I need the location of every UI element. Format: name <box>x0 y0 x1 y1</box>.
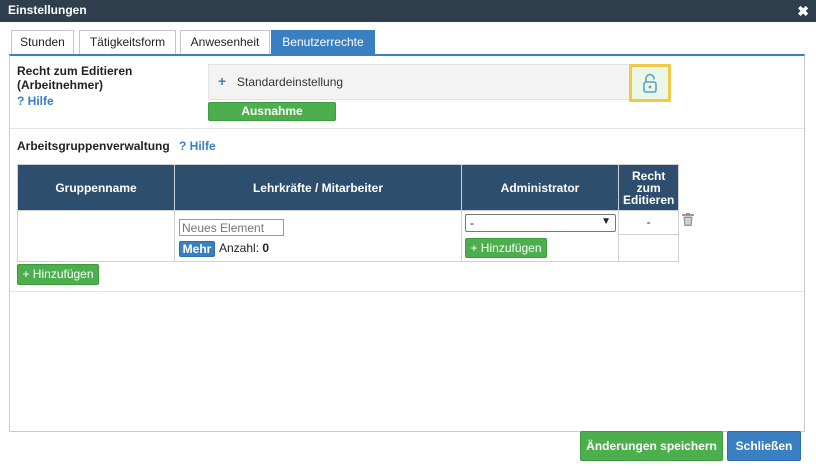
save-changes-button[interactable]: Änderungen speichern <box>580 431 723 461</box>
add-group-button[interactable]: + Hinzufügen <box>17 264 99 285</box>
group-admin-help-link[interactable]: ? Hilfe <box>179 139 216 153</box>
members-cell: Mehr Anzahl: 0 <box>174 210 462 262</box>
default-setting-row[interactable]: + Standardeinstellung <box>208 64 670 100</box>
count-display: Anzahl: 0 <box>219 241 269 255</box>
table-row: Mehr Anzahl: 0 - ▼ + Hinzufügen - <box>17 210 680 262</box>
section-divider <box>10 128 804 129</box>
tab-benutzerrechte[interactable]: Benutzerrechte <box>271 30 375 54</box>
unlock-icon[interactable] <box>629 64 671 102</box>
administrator-select-value: - <box>470 216 474 230</box>
more-button[interactable]: Mehr <box>179 241 215 257</box>
administrator-select[interactable]: - ▼ <box>465 214 616 232</box>
count-value: 0 <box>262 241 270 255</box>
group-name-cell[interactable] <box>17 210 175 262</box>
tab-taetigkeitsform[interactable]: Tätigkeitsform <box>79 30 176 54</box>
column-header-edit-right: Recht zum Editieren <box>617 164 680 211</box>
edit-right-cell: - <box>617 210 680 262</box>
column-header-mitarbeiter: Lehrkräfte / Mitarbeiter <box>174 164 462 211</box>
count-label: Anzahl: <box>219 241 260 255</box>
edit-right-help-link[interactable]: ? Hilfe <box>17 94 132 108</box>
edit-right-value: - <box>619 211 679 235</box>
new-element-input[interactable] <box>179 219 284 236</box>
tab-stunden[interactable]: Stunden <box>11 30 74 54</box>
group-admin-label: Arbeitsgruppenverwaltung <box>17 139 170 153</box>
edit-right-label-line2: (Arbeitnehmer) <box>17 78 104 92</box>
administrator-cell: - ▼ + Hinzufügen <box>461 210 619 262</box>
settings-panel: Recht zum Editieren (Arbeitnehmer) ? Hil… <box>9 54 805 432</box>
section-divider-bottom <box>10 291 804 292</box>
chevron-down-icon: ▼ <box>601 216 611 227</box>
edit-right-label-line1: Recht zum Editieren <box>17 64 133 78</box>
add-exception-button[interactable]: Ausnahme hinzufügen <box>208 102 336 135</box>
close-button[interactable]: Schließen <box>727 431 801 461</box>
column-header-gruppenname: Gruppenname <box>17 164 175 211</box>
trash-icon[interactable] <box>682 213 694 226</box>
add-administrator-button[interactable]: + Hinzufügen <box>465 238 547 258</box>
default-setting-label: Standardeinstellung <box>237 75 344 89</box>
edit-right-label: Recht zum Editieren (Arbeitnehmer) ? Hil… <box>17 64 132 108</box>
expand-plus-icon[interactable]: + <box>218 73 226 89</box>
dialog-title: Einstellungen <box>8 3 87 17</box>
tab-anwesenheit[interactable]: Anwesenheit <box>180 30 270 54</box>
group-table: Gruppenname Lehrkräfte / Mitarbeiter Adm… <box>17 164 680 262</box>
close-icon[interactable]: ✖ <box>797 3 809 20</box>
column-header-administrator: Administrator <box>461 164 619 211</box>
dialog-titlebar: Einstellungen ✖ <box>0 0 816 22</box>
